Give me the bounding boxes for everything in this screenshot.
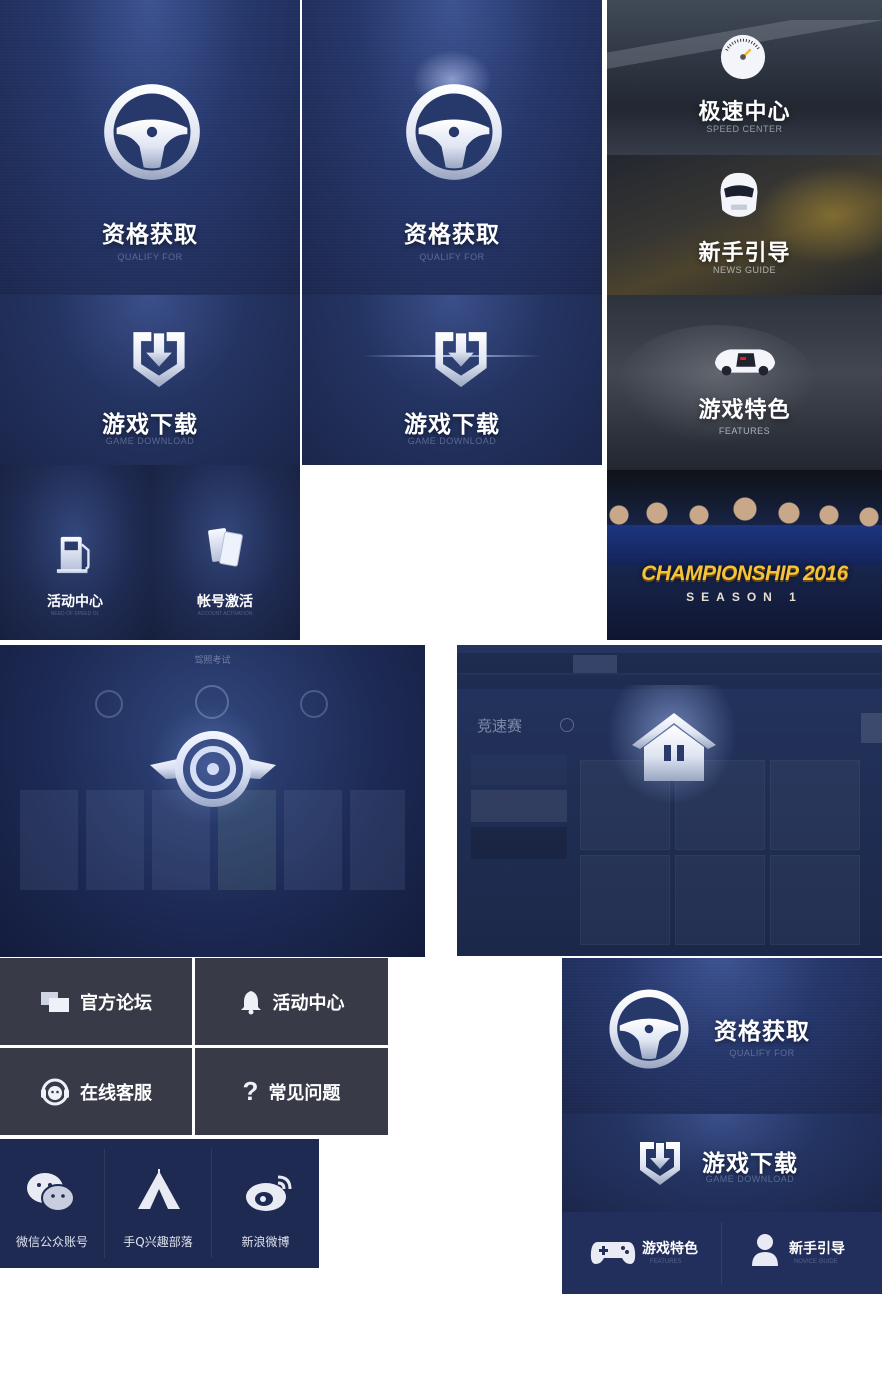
side-avatar-box[interactable]: [861, 713, 882, 743]
card[interactable]: [20, 790, 78, 890]
championship-season: SEASON 1: [686, 590, 803, 604]
qualify-subtitle: QUALIFY FOR: [117, 252, 183, 262]
card[interactable]: [350, 790, 405, 890]
br-guide-title: 新手引导: [789, 1241, 845, 1257]
tent-icon: [138, 1169, 180, 1209]
col1-activity-tile[interactable]: 活动中心 NEED OF SPEED OL: [0, 465, 150, 640]
home-icon: [632, 713, 716, 781]
race-screen: 竞速赛: [457, 645, 882, 956]
download-subtitle: GAME DOWNLOAD: [407, 436, 497, 446]
download-shield-icon: [125, 327, 193, 391]
steering-wheel-icon: [100, 80, 204, 184]
speed-subtitle: SPEED CENTER: [706, 124, 783, 134]
br-features-button[interactable]: 游戏特色 FEATURES: [562, 1212, 721, 1294]
fuel-pump-icon: [56, 536, 90, 574]
gamepad-icon: [590, 1242, 636, 1264]
download-shield-icon: [427, 327, 495, 391]
features-subtitle: FEATURES: [718, 426, 771, 436]
features-title: 游戏特色: [698, 398, 791, 423]
online-service-button[interactable]: 在线客服: [0, 1048, 192, 1135]
emblem-glow: [150, 705, 270, 825]
team-players: [607, 495, 882, 565]
col1-activate-tile[interactable]: 帐号激活 ACCOUNT ACTIVATION: [150, 465, 300, 640]
faq-button[interactable]: ? 常见问题: [195, 1048, 388, 1135]
col2-qualify-tile[interactable]: 资格获取 QUALIFY FOR: [302, 0, 602, 295]
br-bottom-row: 游戏特色 FEATURES 新手引导 NOVICE GUIDE: [562, 1212, 882, 1294]
list-item[interactable]: [471, 755, 567, 785]
qq-tribe-link[interactable]: 手Q兴趣部落: [105, 1139, 211, 1268]
online-service-label: 在线客服: [80, 1082, 152, 1104]
wechat-label: 微信公众账号: [15, 1235, 88, 1249]
activity-subtitle: NEED OF SPEED OL: [50, 611, 100, 617]
forum-button[interactable]: 官方论坛: [0, 958, 192, 1045]
championship-title: CHAMPIONSHIP 2016: [641, 562, 848, 585]
card[interactable]: [284, 790, 342, 890]
col1-qualify-tile[interactable]: 资格获取 QUALIFY FOR: [0, 0, 300, 295]
active-tab[interactable]: [573, 655, 617, 673]
download-shield-icon: [634, 1138, 686, 1188]
championship-banner[interactable]: CHAMPIONSHIP 2016 SEASON 1: [607, 470, 882, 640]
top-tab-bar: [457, 653, 882, 673]
forum-label: 官方论坛: [80, 992, 152, 1014]
wechat-link[interactable]: 微信公众账号: [0, 1139, 104, 1268]
qq-tribe-label: 手Q兴趣部落: [123, 1235, 193, 1249]
br-qualify-title: 资格获取: [714, 1019, 810, 1045]
speed-title: 极速中心: [698, 100, 791, 125]
br-features-subtitle: FEATURES: [650, 1259, 682, 1265]
weibo-link[interactable]: 新浪微博: [212, 1139, 319, 1268]
guide-subtitle: NEWS GUIDE: [712, 265, 776, 275]
steering-wheel-icon: [606, 986, 692, 1072]
steering-wheel-icon: [402, 80, 506, 184]
wechat-icon: [27, 1173, 75, 1212]
cards-icon: [208, 528, 243, 567]
user-icon: [752, 1234, 778, 1266]
col1-download-tile[interactable]: 游戏下载 GAME DOWNLOAD: [0, 295, 300, 465]
exam-screen: 驾照考试: [0, 645, 425, 957]
list-item[interactable]: [471, 827, 567, 859]
br-guide-button[interactable]: 新手引导 NOVICE GUIDE: [722, 1212, 882, 1294]
guide-title: 新手引导: [698, 241, 791, 266]
badge-icon: [300, 690, 328, 718]
qualify-title: 资格获取: [102, 222, 198, 248]
forum-icon: [41, 991, 69, 1012]
dropdown-chevron-icon[interactable]: [560, 718, 574, 732]
activate-subtitle: ACCOUNT ACTIVATION: [197, 611, 253, 617]
race-car-icon: [714, 349, 776, 376]
col2-download-tile[interactable]: 游戏下载 GAME DOWNLOAD: [302, 295, 602, 465]
question-icon: ?: [242, 1076, 259, 1106]
download-subtitle: GAME DOWNLOAD: [105, 436, 195, 446]
list-item[interactable]: [471, 790, 567, 822]
activity-center-button[interactable]: 活动中心: [195, 958, 388, 1045]
race-heading: 竞速赛: [477, 717, 523, 735]
weibo-icon: [246, 1175, 292, 1211]
exam-title: 驾照考试: [194, 655, 231, 665]
download-title: 游戏下载: [404, 412, 500, 438]
headset-icon: [41, 1078, 69, 1105]
bell-icon: [240, 990, 261, 1014]
faq-label: 常见问题: [268, 1082, 341, 1104]
weibo-label: 新浪微博: [241, 1235, 290, 1249]
br-features-title: 游戏特色: [642, 1241, 698, 1257]
br-download-title: 游戏下载: [702, 1151, 798, 1177]
br-guide-subtitle: NOVICE GUIDE: [794, 1259, 838, 1265]
br-download-subtitle: GAME DOWNLOAD: [705, 1174, 795, 1184]
activity-center-label: 活动中心: [272, 992, 345, 1014]
social-bar: 微信公众账号 手Q兴趣部落 新浪微博: [0, 1139, 319, 1268]
helmet-icon: [720, 172, 758, 217]
speedometer-icon: [720, 34, 766, 80]
qualify-subtitle: QUALIFY FOR: [419, 252, 485, 262]
features-tile[interactable]: 游戏特色 FEATURES: [607, 295, 882, 470]
guide-tile[interactable]: 新手引导 NEWS GUIDE: [607, 155, 882, 295]
download-title: 游戏下载: [102, 412, 198, 438]
br-qualify-subtitle: QUALIFY FOR: [729, 1048, 795, 1058]
br-qualify-tile[interactable]: 资格获取 QUALIFY FOR: [562, 958, 882, 1114]
speed-center-tile[interactable]: 极速中心 SPEED CENTER: [607, 0, 882, 155]
br-download-tile[interactable]: 游戏下载 GAME DOWNLOAD: [562, 1114, 882, 1212]
activate-title: 帐号激活: [197, 594, 253, 610]
card[interactable]: [86, 790, 144, 890]
qualify-title: 资格获取: [404, 222, 500, 248]
activity-title: 活动中心: [47, 594, 103, 610]
badge-icon: [95, 690, 123, 718]
